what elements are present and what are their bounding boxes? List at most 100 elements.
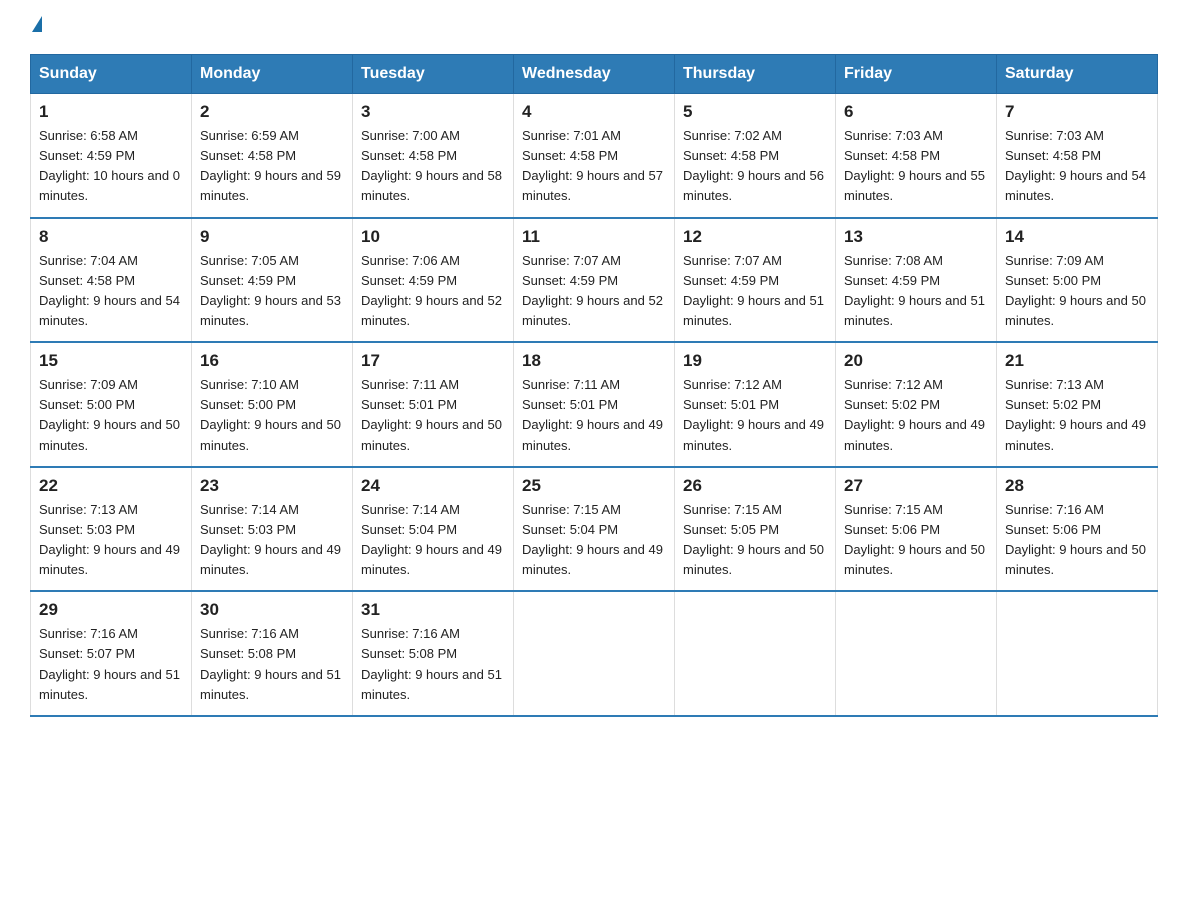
day-number: 26	[683, 476, 827, 496]
day-info: Sunrise: 7:02 AMSunset: 4:58 PMDaylight:…	[683, 126, 827, 207]
day-info: Sunrise: 6:59 AMSunset: 4:58 PMDaylight:…	[200, 126, 344, 207]
day-number: 27	[844, 476, 988, 496]
day-number: 8	[39, 227, 183, 247]
calendar-cell: 22 Sunrise: 7:13 AMSunset: 5:03 PMDayligh…	[31, 467, 192, 592]
day-number: 7	[1005, 102, 1149, 122]
day-number: 16	[200, 351, 344, 371]
calendar-cell: 16 Sunrise: 7:10 AMSunset: 5:00 PMDayligh…	[192, 342, 353, 467]
day-info: Sunrise: 7:10 AMSunset: 5:00 PMDaylight:…	[200, 375, 344, 456]
day-number: 17	[361, 351, 505, 371]
day-info: Sunrise: 6:58 AMSunset: 4:59 PMDaylight:…	[39, 126, 183, 207]
day-number: 22	[39, 476, 183, 496]
logo-triangle-icon	[32, 16, 42, 32]
day-number: 11	[522, 227, 666, 247]
day-number: 19	[683, 351, 827, 371]
day-number: 12	[683, 227, 827, 247]
day-number: 20	[844, 351, 988, 371]
day-number: 21	[1005, 351, 1149, 371]
day-info: Sunrise: 7:09 AMSunset: 5:00 PMDaylight:…	[39, 375, 183, 456]
calendar-cell: 2 Sunrise: 6:59 AMSunset: 4:58 PMDaylight…	[192, 94, 353, 218]
day-info: Sunrise: 7:04 AMSunset: 4:58 PMDaylight:…	[39, 251, 183, 332]
day-number: 30	[200, 600, 344, 620]
day-info: Sunrise: 7:11 AMSunset: 5:01 PMDaylight:…	[522, 375, 666, 456]
day-info: Sunrise: 7:11 AMSunset: 5:01 PMDaylight:…	[361, 375, 505, 456]
calendar-cell: 3 Sunrise: 7:00 AMSunset: 4:58 PMDaylight…	[353, 94, 514, 218]
calendar-week-row: 8 Sunrise: 7:04 AMSunset: 4:58 PMDaylight…	[31, 218, 1158, 343]
day-number: 23	[200, 476, 344, 496]
calendar-cell: 5 Sunrise: 7:02 AMSunset: 4:58 PMDaylight…	[675, 94, 836, 218]
calendar-cell: 18 Sunrise: 7:11 AMSunset: 5:01 PMDayligh…	[514, 342, 675, 467]
calendar-cell: 30Sunrise: 7:16 AMSunset: 5:08 PMDayligh…	[192, 591, 353, 716]
day-info: Sunrise: 7:13 AMSunset: 5:03 PMDaylight:…	[39, 500, 183, 581]
calendar-week-row: 15 Sunrise: 7:09 AMSunset: 5:00 PMDayligh…	[31, 342, 1158, 467]
day-number: 10	[361, 227, 505, 247]
calendar-week-row: 29 Sunrise: 7:16 AMSunset: 5:07 PMDayligh…	[31, 591, 1158, 716]
calendar-cell: 26Sunrise: 7:15 AMSunset: 5:05 PMDayligh…	[675, 467, 836, 592]
calendar-cell	[836, 591, 997, 716]
day-number: 1	[39, 102, 183, 122]
day-info: Sunrise: 7:12 AMSunset: 5:02 PMDaylight:…	[844, 375, 988, 456]
day-number: 24	[361, 476, 505, 496]
calendar-cell: 4Sunrise: 7:01 AMSunset: 4:58 PMDaylight…	[514, 94, 675, 218]
calendar-cell: 1 Sunrise: 6:58 AMSunset: 4:59 PMDaylight…	[31, 94, 192, 218]
weekday-header-row: SundayMondayTuesdayWednesdayThursdayFrid…	[31, 55, 1158, 94]
day-info: Sunrise: 7:14 AMSunset: 5:04 PMDaylight:…	[361, 500, 505, 581]
calendar-cell: 10 Sunrise: 7:06 AMSunset: 4:59 PMDayligh…	[353, 218, 514, 343]
calendar-cell: 13 Sunrise: 7:08 AMSunset: 4:59 PMDayligh…	[836, 218, 997, 343]
day-info: Sunrise: 7:13 AMSunset: 5:02 PMDaylight:…	[1005, 375, 1149, 456]
day-info: Sunrise: 7:09 AMSunset: 5:00 PMDaylight:…	[1005, 251, 1149, 332]
day-number: 9	[200, 227, 344, 247]
calendar-cell: 25Sunrise: 7:15 AMSunset: 5:04 PMDayligh…	[514, 467, 675, 592]
calendar-cell	[997, 591, 1158, 716]
page-header	[30, 20, 1158, 36]
calendar-cell	[675, 591, 836, 716]
calendar-cell: 11Sunrise: 7:07 AMSunset: 4:59 PMDayligh…	[514, 218, 675, 343]
day-number: 31	[361, 600, 505, 620]
calendar-cell: 19Sunrise: 7:12 AMSunset: 5:01 PMDayligh…	[675, 342, 836, 467]
weekday-header-monday: Monday	[192, 55, 353, 94]
day-info: Sunrise: 7:06 AMSunset: 4:59 PMDaylight:…	[361, 251, 505, 332]
weekday-header-sunday: Sunday	[31, 55, 192, 94]
calendar-cell: 17 Sunrise: 7:11 AMSunset: 5:01 PMDayligh…	[353, 342, 514, 467]
day-number: 14	[1005, 227, 1149, 247]
calendar-cell: 24 Sunrise: 7:14 AMSunset: 5:04 PMDayligh…	[353, 467, 514, 592]
day-info: Sunrise: 7:05 AMSunset: 4:59 PMDaylight:…	[200, 251, 344, 332]
calendar-cell: 23 Sunrise: 7:14 AMSunset: 5:03 PMDayligh…	[192, 467, 353, 592]
calendar-cell: 7Sunrise: 7:03 AMSunset: 4:58 PMDaylight…	[997, 94, 1158, 218]
day-info: Sunrise: 7:08 AMSunset: 4:59 PMDaylight:…	[844, 251, 988, 332]
day-info: Sunrise: 7:16 AMSunset: 5:08 PMDaylight:…	[361, 624, 505, 705]
calendar-cell: 29 Sunrise: 7:16 AMSunset: 5:07 PMDayligh…	[31, 591, 192, 716]
day-info: Sunrise: 7:00 AMSunset: 4:58 PMDaylight:…	[361, 126, 505, 207]
day-number: 28	[1005, 476, 1149, 496]
calendar-cell: 27Sunrise: 7:15 AMSunset: 5:06 PMDayligh…	[836, 467, 997, 592]
calendar-cell: 31 Sunrise: 7:16 AMSunset: 5:08 PMDayligh…	[353, 591, 514, 716]
day-number: 29	[39, 600, 183, 620]
weekday-header-tuesday: Tuesday	[353, 55, 514, 94]
day-number: 6	[844, 102, 988, 122]
calendar-table: SundayMondayTuesdayWednesdayThursdayFrid…	[30, 54, 1158, 717]
day-number: 2	[200, 102, 344, 122]
day-number: 3	[361, 102, 505, 122]
day-info: Sunrise: 7:01 AMSunset: 4:58 PMDaylight:…	[522, 126, 666, 207]
calendar-cell: 14 Sunrise: 7:09 AMSunset: 5:00 PMDayligh…	[997, 218, 1158, 343]
calendar-week-row: 1 Sunrise: 6:58 AMSunset: 4:59 PMDaylight…	[31, 94, 1158, 218]
calendar-cell: 6Sunrise: 7:03 AMSunset: 4:58 PMDaylight…	[836, 94, 997, 218]
day-number: 25	[522, 476, 666, 496]
day-info: Sunrise: 7:16 AMSunset: 5:07 PMDaylight:…	[39, 624, 183, 705]
calendar-cell	[514, 591, 675, 716]
day-number: 15	[39, 351, 183, 371]
weekday-header-friday: Friday	[836, 55, 997, 94]
calendar-cell: 8 Sunrise: 7:04 AMSunset: 4:58 PMDaylight…	[31, 218, 192, 343]
day-number: 18	[522, 351, 666, 371]
day-info: Sunrise: 7:16 AMSunset: 5:06 PMDaylight:…	[1005, 500, 1149, 581]
calendar-cell: 28 Sunrise: 7:16 AMSunset: 5:06 PMDayligh…	[997, 467, 1158, 592]
calendar-cell: 20 Sunrise: 7:12 AMSunset: 5:02 PMDayligh…	[836, 342, 997, 467]
calendar-cell: 21 Sunrise: 7:13 AMSunset: 5:02 PMDayligh…	[997, 342, 1158, 467]
calendar-week-row: 22 Sunrise: 7:13 AMSunset: 5:03 PMDayligh…	[31, 467, 1158, 592]
weekday-header-thursday: Thursday	[675, 55, 836, 94]
day-number: 5	[683, 102, 827, 122]
weekday-header-saturday: Saturday	[997, 55, 1158, 94]
day-info: Sunrise: 7:14 AMSunset: 5:03 PMDaylight:…	[200, 500, 344, 581]
calendar-cell: 9 Sunrise: 7:05 AMSunset: 4:59 PMDaylight…	[192, 218, 353, 343]
day-number: 13	[844, 227, 988, 247]
